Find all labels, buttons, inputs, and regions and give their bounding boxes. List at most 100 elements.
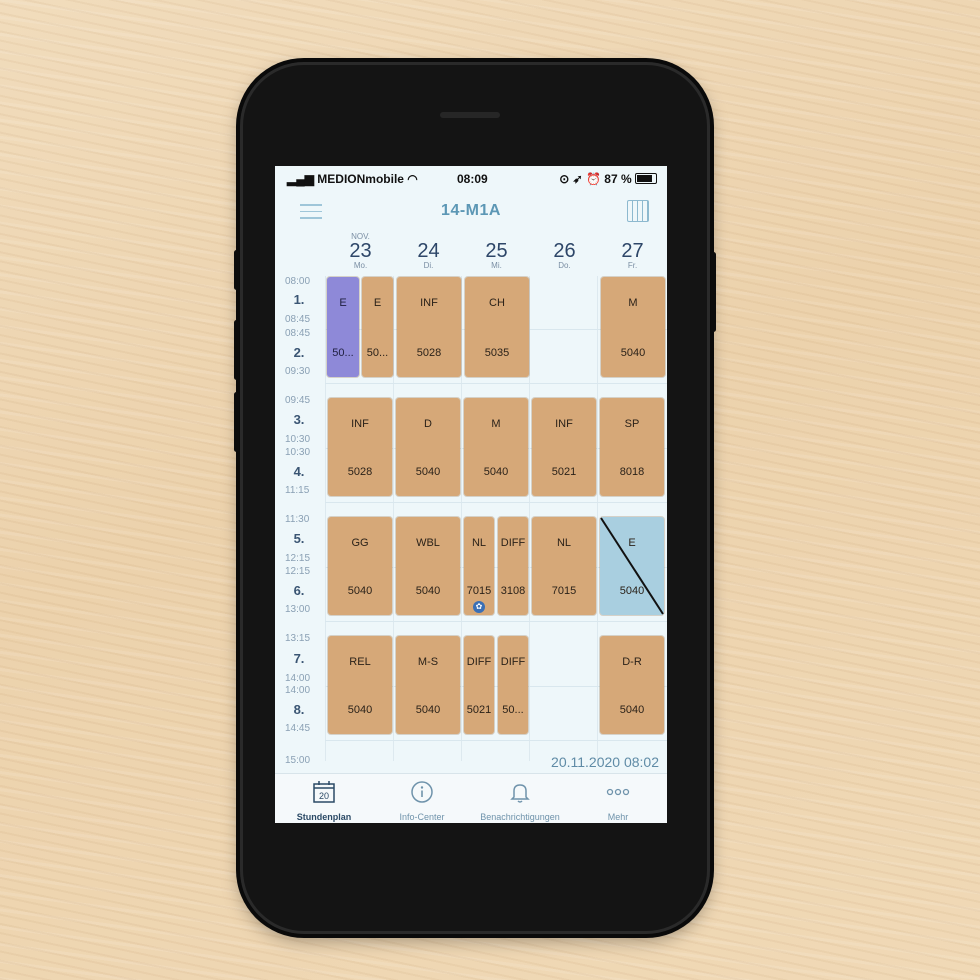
speaker (440, 112, 500, 118)
class-title[interactable]: 14-M1A (275, 202, 667, 220)
lesson-subject: INF (420, 297, 438, 309)
lesson-subject: DIFF (500, 656, 526, 668)
lesson-card[interactable]: M 5040 (601, 277, 665, 377)
lesson-room: 5040 (620, 347, 646, 359)
lesson-subject: SP (624, 418, 640, 430)
column-divider (461, 276, 462, 761)
period-end-time: 12:15 (285, 553, 311, 564)
period-end-time: 14:00 (285, 673, 311, 684)
lesson-card[interactable]: CH 5035 (465, 277, 529, 377)
tab-label: Stundenplan (296, 812, 352, 822)
lesson-room: 7015 (551, 585, 577, 597)
lesson-card[interactable]: WBL 5040 (396, 517, 460, 615)
lesson-subject: M (491, 418, 501, 430)
tab-stundenplan[interactable]: 20 Stundenplan (275, 774, 373, 823)
period-number: 7. (293, 651, 305, 666)
period-end-time: 13:00 (285, 604, 311, 615)
period-start-time: 10:30 (285, 447, 311, 458)
lesson-card[interactable]: NL 7015 (532, 517, 596, 615)
cancelled-strike-icon (600, 517, 664, 615)
status-bar: ▂▄▆ MEDIONmobile ◠ 08:09 ⊙ ➶ ⏰ 87 % (275, 166, 667, 192)
lesson-subject: NL (471, 537, 487, 549)
lesson-room: 5040 (619, 704, 645, 716)
lesson-card[interactable]: NL 7015 ✿ (464, 517, 494, 615)
last-update-timestamp: 20.11.2020 08:02 (551, 754, 659, 770)
clock: 08:09 (457, 172, 488, 186)
lesson-room: 50... (502, 704, 524, 716)
lesson-subject: GG (351, 537, 369, 549)
column-divider (325, 276, 326, 761)
period-start-time: 14:00 (285, 685, 311, 696)
info-icon (411, 781, 433, 803)
lesson-room: 5028 (347, 466, 373, 478)
period-start-time: 13:15 (285, 633, 311, 644)
period-start-time: 08:45 (285, 328, 311, 339)
lesson-subject: E (373, 297, 382, 309)
lesson-subject: D (424, 418, 432, 430)
lesson-card[interactable]: INF 5028 (328, 398, 392, 496)
lesson-card[interactable]: REL 5040 (328, 636, 392, 734)
tab-mehr[interactable]: Mehr (569, 774, 667, 823)
lesson-subject: DIFF (500, 537, 526, 549)
lesson-room: 5040 (415, 585, 441, 597)
battery-icon (635, 173, 657, 184)
day-name: Mo. (353, 261, 368, 270)
day-number: 23 (349, 240, 372, 262)
period-start-time: 08:00 (285, 276, 311, 287)
bell-icon (510, 784, 530, 803)
period-start-time: 09:45 (285, 395, 311, 406)
week-view-icon[interactable] (627, 200, 649, 222)
tab-benachrichtigungen[interactable]: Benachrichtigungen (471, 774, 569, 823)
calendar-badge: 20 (319, 791, 329, 801)
day-header-mon: NOV. 23 Mo. (327, 232, 394, 276)
lesson-card[interactable]: DIFF 5021 (464, 636, 494, 734)
lesson-subject: INF (555, 418, 573, 430)
mute-switch (234, 250, 239, 290)
volume-down-button (234, 392, 239, 452)
calendar-icon: 20 (313, 781, 335, 803)
day-name: Mi. (491, 261, 502, 270)
period-number: 3. (293, 412, 305, 427)
lesson-card[interactable]: E 50... (362, 277, 393, 377)
app-screen: ▂▄▆ MEDIONmobile ◠ 08:09 ⊙ ➶ ⏰ 87 % 14-M… (275, 166, 667, 823)
row-divider (325, 502, 667, 503)
lesson-card[interactable]: DIFF 3108 (498, 517, 528, 615)
lesson-card[interactable]: M-S 5040 (396, 636, 460, 734)
cancelled-lesson-card[interactable]: E 5040 (600, 517, 664, 615)
day-number: 24 (417, 240, 440, 262)
lesson-subject: DIFF (466, 656, 492, 668)
lesson-card[interactable]: INF 5028 (397, 277, 461, 377)
lesson-card[interactable]: M 5040 (464, 398, 528, 496)
carrier-label: ▂▄▆ MEDIONmobile ◠ (287, 172, 418, 186)
lesson-card[interactable]: INF 5021 (532, 398, 596, 496)
period-end-time: 14:45 (285, 723, 311, 734)
lesson-subject: WBL (416, 537, 440, 549)
day-number: 26 (553, 240, 576, 262)
lesson-room: 5040 (347, 704, 373, 716)
tab-label: Mehr (607, 812, 629, 822)
lesson-card[interactable]: GG 5040 (328, 517, 392, 615)
substitution-badge-icon: ✿ (473, 601, 485, 613)
lesson-room: 5021 (466, 704, 492, 716)
lesson-room: 5040 (483, 466, 509, 478)
day-number: 27 (621, 240, 644, 262)
period-number: 5. (293, 531, 305, 546)
day-header-tue: 24 Di. (395, 232, 462, 276)
lesson-room: 7015 (466, 585, 492, 597)
lesson-card[interactable]: D 5040 (396, 398, 460, 496)
lesson-card[interactable]: SP 8018 (600, 398, 664, 496)
row-divider (325, 740, 667, 741)
column-divider (529, 276, 530, 761)
lesson-card[interactable]: E 50... (327, 277, 359, 377)
tab-info-center[interactable]: Info-Center (373, 774, 471, 823)
status-icons: ⊙ ➶ ⏰ 87 % (559, 172, 657, 186)
lesson-card[interactable]: DIFF 50... (498, 636, 528, 734)
period-end-time: 09:30 (285, 366, 311, 377)
lesson-room: 5021 (551, 466, 577, 478)
day-header-wed: 25 Mi. (463, 232, 530, 276)
lesson-card[interactable]: D-R 5040 (600, 636, 664, 734)
column-divider (597, 276, 598, 761)
day-name: Do. (558, 261, 571, 270)
period-number: 6. (293, 583, 305, 598)
row-divider (325, 383, 667, 384)
